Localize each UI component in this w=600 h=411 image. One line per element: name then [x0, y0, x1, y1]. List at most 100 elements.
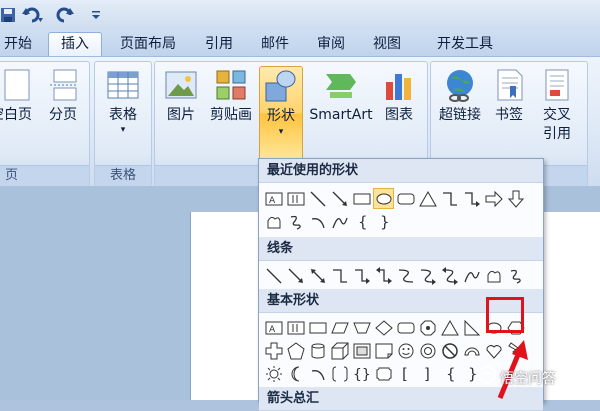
- rounded-rectangle-shape-icon[interactable]: [395, 188, 416, 209]
- elbow-connector-shape-icon[interactable]: [329, 265, 350, 286]
- trapezoid-shape-icon[interactable]: [351, 317, 372, 338]
- cross-shape-icon[interactable]: [263, 340, 284, 361]
- shapes-label: 形状: [267, 108, 295, 124]
- textbox-shape-icon[interactable]: A: [263, 188, 284, 209]
- line-shape-icon[interactable]: [307, 188, 328, 209]
- cross-reference-icon: [540, 68, 574, 102]
- section-lines: 线条: [259, 237, 543, 261]
- plaque-shape-icon[interactable]: [373, 363, 394, 384]
- shapes-icon: [264, 69, 298, 103]
- scribble-shape-icon[interactable]: [285, 211, 306, 232]
- elbow-arrow-connector-shape-icon[interactable]: [461, 188, 482, 209]
- double-arrow-line-shape-icon[interactable]: [307, 265, 328, 286]
- moon-shape-icon[interactable]: [285, 363, 306, 384]
- right-triangle-shape-icon[interactable]: [461, 317, 482, 338]
- cube-shape-icon[interactable]: [329, 340, 350, 361]
- right-brace-shape-icon[interactable]: }: [373, 211, 394, 232]
- octagon-shape-icon[interactable]: [417, 317, 438, 338]
- arc-shape-icon[interactable]: [307, 363, 328, 384]
- redo-icon[interactable]: [55, 5, 77, 25]
- textbox-shape-icon[interactable]: A: [263, 317, 284, 338]
- elbow-connector-shape-icon[interactable]: [439, 188, 460, 209]
- arc-shape-icon[interactable]: [307, 211, 328, 232]
- rectangle-shape-icon[interactable]: [351, 188, 372, 209]
- triangle-shape-icon[interactable]: [417, 188, 438, 209]
- page-break-icon: [46, 68, 80, 102]
- tab-page-layout[interactable]: 页面布局: [110, 33, 186, 55]
- blank-page-button[interactable]: 空白页: [0, 68, 39, 125]
- double-brace-shape-icon[interactable]: {}: [351, 363, 372, 384]
- hyperlink-button[interactable]: 超链接: [435, 68, 485, 125]
- can-shape-icon[interactable]: [307, 340, 328, 361]
- tab-view[interactable]: 视图: [364, 33, 410, 55]
- tab-insert[interactable]: 插入: [48, 32, 102, 57]
- bookmark-icon: [492, 68, 526, 102]
- diamond-shape-icon[interactable]: [373, 317, 394, 338]
- picture-label: 图片: [167, 107, 195, 123]
- left-bracket-shape-icon[interactable]: [: [395, 363, 416, 384]
- table-button[interactable]: 表格 ▾: [101, 68, 145, 135]
- down-arrow-shape-icon[interactable]: [505, 188, 526, 209]
- smartart-button[interactable]: SmartArt: [307, 68, 375, 125]
- pentagon-shape-icon[interactable]: [285, 340, 306, 361]
- oval-shape-icon[interactable]: [373, 188, 394, 209]
- picture-button[interactable]: 图片: [159, 68, 203, 125]
- tab-developer[interactable]: 开发工具: [420, 33, 510, 55]
- sun-shape-icon[interactable]: [263, 363, 284, 384]
- block-arc-shape-icon[interactable]: [461, 340, 482, 361]
- tab-mailings[interactable]: 邮件: [252, 33, 298, 55]
- cross-reference-button[interactable]: 交叉 引用: [535, 68, 579, 144]
- parallelogram-shape-icon[interactable]: [329, 317, 350, 338]
- left-brace-shape-icon[interactable]: {: [351, 211, 372, 232]
- left-brace-shape-icon[interactable]: {: [439, 363, 460, 384]
- elbow-arrow-connector-shape-icon[interactable]: [351, 265, 372, 286]
- tab-references[interactable]: 引用: [196, 33, 242, 55]
- double-bracket-shape-icon[interactable]: [329, 363, 350, 384]
- bevel-shape-icon[interactable]: [351, 340, 372, 361]
- annotation-highlight-box: [486, 297, 524, 333]
- bookmark-button[interactable]: 书签: [489, 68, 529, 125]
- curved-arrow-connector-shape-icon[interactable]: [417, 265, 438, 286]
- bookmark-label: 书签: [495, 107, 523, 123]
- page-break-button[interactable]: 分页: [43, 68, 83, 125]
- chart-button[interactable]: 图表: [379, 68, 419, 125]
- arrow-line-shape-icon[interactable]: [285, 265, 306, 286]
- tab-home[interactable]: 开始: [0, 33, 38, 55]
- quick-access-toolbar: [0, 0, 600, 30]
- curve-shape-icon[interactable]: [461, 265, 482, 286]
- no-symbol-shape-icon[interactable]: [439, 340, 460, 361]
- chart-icon: [382, 68, 416, 102]
- rectangle-shape-icon[interactable]: [307, 317, 328, 338]
- vertical-textbox-shape-icon[interactable]: [285, 317, 306, 338]
- curved-double-arrow-connector-shape-icon[interactable]: [439, 265, 460, 286]
- triangle-shape-icon[interactable]: [439, 317, 460, 338]
- elbow-double-arrow-connector-shape-icon[interactable]: [373, 265, 394, 286]
- curved-connector-shape-icon[interactable]: [395, 265, 416, 286]
- freeform-shape-icon[interactable]: [483, 265, 504, 286]
- smiley-face-shape-icon[interactable]: [395, 340, 416, 361]
- blank-page-icon: [1, 68, 35, 102]
- undo-icon[interactable]: [20, 5, 46, 25]
- rounded-rectangle-shape-icon[interactable]: [395, 317, 416, 338]
- scribble-shape-icon[interactable]: [505, 265, 526, 286]
- clipart-button[interactable]: 剪贴画: [207, 68, 255, 125]
- curve-shape-icon[interactable]: [329, 211, 350, 232]
- svg-text:{: {: [358, 213, 368, 231]
- lines-row: [263, 265, 526, 287]
- arrow-line-shape-icon[interactable]: [329, 188, 350, 209]
- right-bracket-shape-icon[interactable]: ]: [417, 363, 438, 384]
- line-shape-icon[interactable]: [263, 265, 284, 286]
- customize-icon[interactable]: [90, 5, 102, 25]
- folded-corner-shape-icon[interactable]: [373, 340, 394, 361]
- shapes-button[interactable]: 形状 ▾: [259, 66, 303, 160]
- hyperlink-label: 超链接: [439, 107, 481, 123]
- save-icon[interactable]: [0, 5, 16, 25]
- tab-review[interactable]: 审阅: [308, 33, 354, 55]
- donut-shape-icon[interactable]: [417, 340, 438, 361]
- vertical-textbox-shape-icon[interactable]: [285, 188, 306, 209]
- smartart-label: SmartArt: [309, 107, 373, 123]
- freeform-shape-icon[interactable]: [263, 211, 284, 232]
- right-arrow-shape-icon[interactable]: [483, 188, 504, 209]
- svg-text:A: A: [269, 196, 276, 206]
- table-icon: [106, 68, 140, 102]
